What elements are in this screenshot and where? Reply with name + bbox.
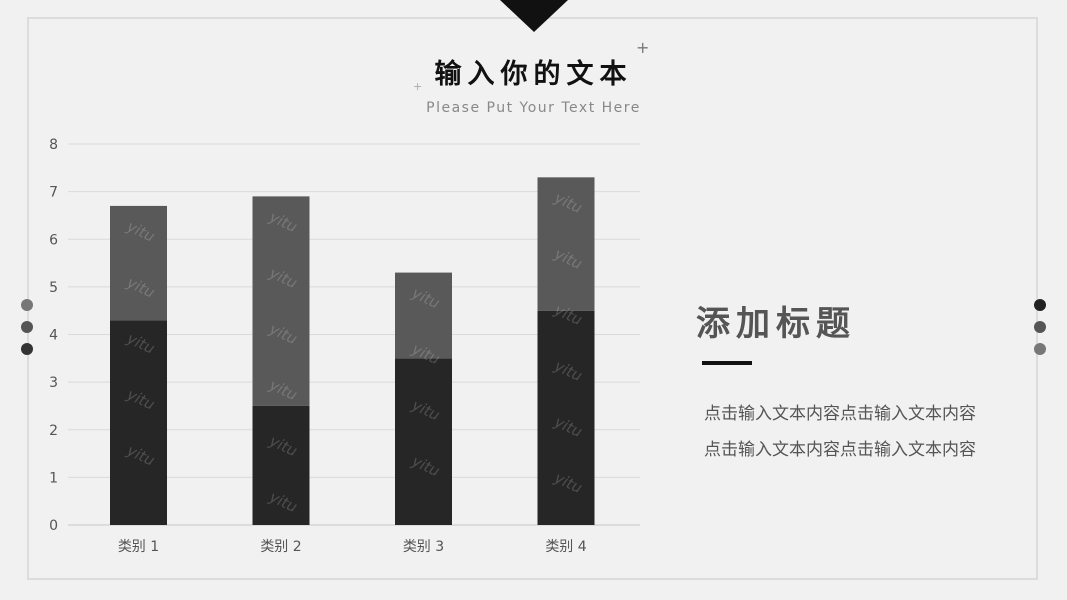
title-underline xyxy=(702,361,752,365)
y-tick-label: 7 xyxy=(49,185,58,201)
y-tick-label: 5 xyxy=(49,280,58,296)
x-tick-label: 类别 1 xyxy=(118,539,159,555)
x-tick-label: 类别 2 xyxy=(260,539,301,555)
x-tick-label: 类别 3 xyxy=(403,539,444,555)
bar-series1 xyxy=(395,358,452,525)
side-body-text: 点击输入文本内容点击输入文本内容点击输入文本内容点击输入文本内容 xyxy=(704,404,976,460)
y-tick-label: 4 xyxy=(49,328,58,344)
y-tick-label: 6 xyxy=(49,232,58,248)
side-title: 添加标题 xyxy=(696,304,856,344)
stacked-bar-chart: 012345678yituyituyituyituyitu类别 1yituyit… xyxy=(49,137,640,555)
x-tick-label: 类别 4 xyxy=(545,539,586,555)
y-tick-label: 0 xyxy=(49,518,58,534)
y-tick-label: 3 xyxy=(49,375,58,391)
y-tick-label: 1 xyxy=(49,470,58,486)
y-tick-label: 2 xyxy=(49,423,58,439)
y-tick-label: 8 xyxy=(49,137,58,153)
